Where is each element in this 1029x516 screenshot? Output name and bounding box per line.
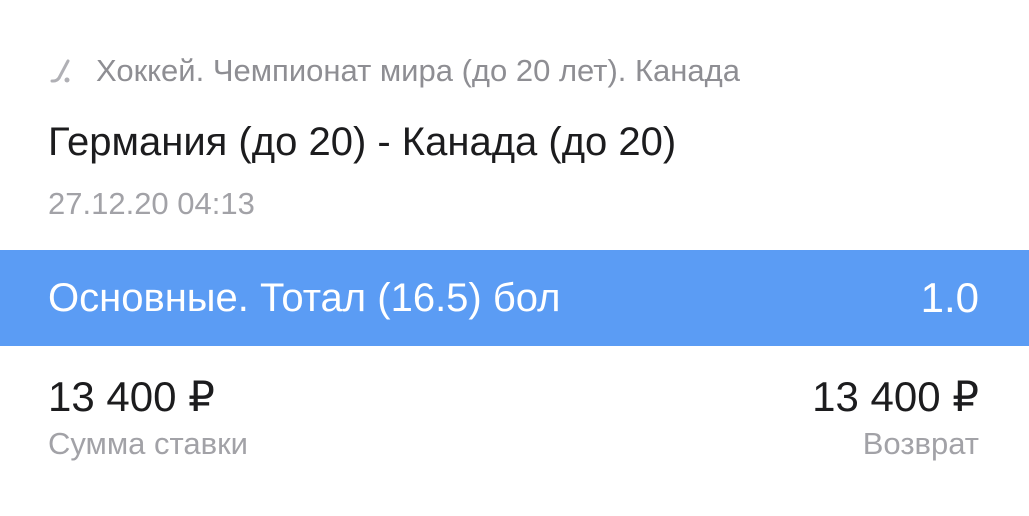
hockey-stick-icon xyxy=(48,57,76,85)
stake-amount: 13 400 ₽ xyxy=(48,373,215,420)
refund-label: Возврат xyxy=(862,426,979,461)
stake-label: Сумма ставки xyxy=(48,426,248,461)
refund-amount: 13 400 ₽ xyxy=(812,373,979,420)
match-title: Германия (до 20) - Канада (до 20) xyxy=(48,120,677,164)
match-datetime: 27.12.20 04:13 xyxy=(48,186,255,221)
bet-outcome-bar: Основные. Тотал (16.5) бол 1.0 xyxy=(0,250,1029,346)
bet-card: Хоккей. Чемпионат мира (до 20 лет). Кана… xyxy=(0,0,1029,516)
bet-outcome: Основные. Тотал (16.5) бол xyxy=(48,276,561,320)
league-row: Хоккей. Чемпионат мира (до 20 лет). Кана… xyxy=(48,48,740,94)
league-title: Хоккей. Чемпионат мира (до 20 лет). Кана… xyxy=(96,53,740,88)
bet-coefficient: 1.0 xyxy=(920,274,979,321)
